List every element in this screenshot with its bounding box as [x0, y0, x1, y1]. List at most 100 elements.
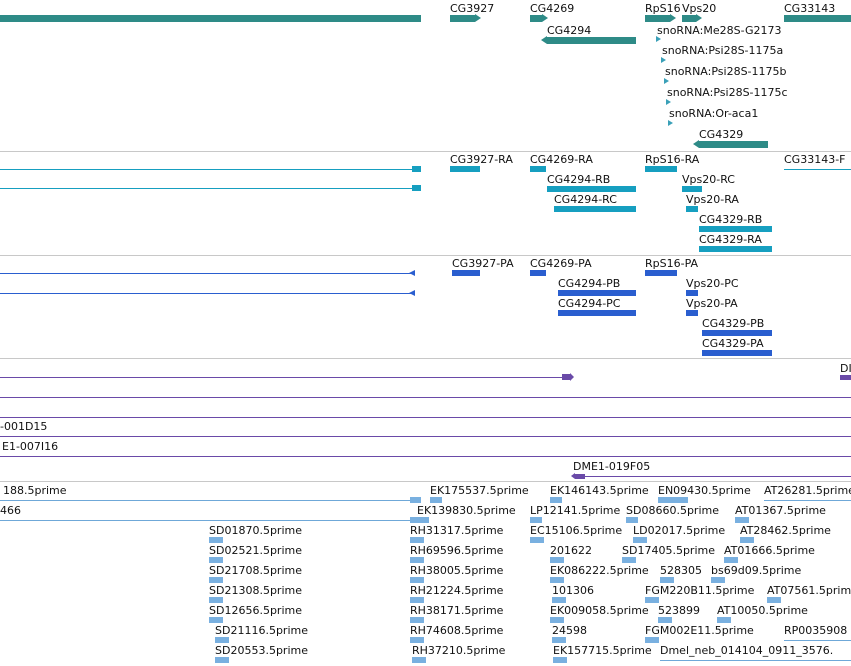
est-bar[interactable] [658, 497, 688, 503]
est-bar[interactable] [633, 537, 647, 543]
protein-line[interactable] [0, 273, 414, 274]
protein-line[interactable] [0, 293, 414, 294]
est-label[interactable]: FGM002E11.5prime [645, 624, 754, 637]
transcript-bar[interactable] [682, 186, 702, 192]
transcript-line[interactable] [784, 169, 851, 170]
gene-label[interactable]: snoRNA:Or-aca1 [669, 107, 758, 120]
est-bar[interactable] [550, 617, 564, 623]
gene-bar-cg3927[interactable] [450, 15, 475, 22]
est-bar[interactable] [660, 577, 674, 583]
protein-bar[interactable] [702, 350, 772, 356]
est-bar[interactable] [645, 597, 659, 603]
est-label[interactable]: EC15106.5prime [530, 524, 622, 537]
transcript-label[interactable]: CG3927-RA [450, 153, 513, 166]
transcript-bar[interactable] [645, 166, 677, 172]
protein-bar[interactable] [686, 310, 698, 316]
est-label[interactable]: RH37210.5prime [412, 644, 505, 657]
clone-label[interactable]: -001D15 [0, 420, 47, 433]
protein-label[interactable]: CG4329-PA [702, 337, 764, 350]
est-line[interactable] [0, 520, 420, 521]
clone-line[interactable] [0, 436, 851, 437]
est-label[interactable]: 523899 [658, 604, 700, 617]
est-bar[interactable] [410, 557, 424, 563]
clone-line[interactable] [0, 456, 851, 457]
transcript-label[interactable]: CG4294-RB [547, 173, 610, 186]
gene-label[interactable]: snoRNA:Psi28S-1175c [667, 86, 788, 99]
gene-label[interactable]: CG33143 [784, 2, 835, 15]
est-bar[interactable] [209, 557, 223, 563]
est-bar[interactable] [645, 637, 659, 643]
est-label[interactable]: RH38171.5prime [410, 604, 503, 617]
est-label[interactable]: 188.5prime [3, 484, 67, 497]
snorna-marker-icon[interactable] [664, 78, 669, 84]
clone-line[interactable] [0, 417, 851, 418]
protein-label[interactable]: CG4329-PB [702, 317, 764, 330]
protein-bar[interactable] [686, 290, 698, 296]
protein-label[interactable]: CG4294-PB [558, 277, 620, 290]
est-bar[interactable] [410, 537, 424, 543]
est-label[interactable]: bs69d09.5prime [711, 564, 801, 577]
protein-bar[interactable] [530, 270, 546, 276]
clone-label[interactable]: DI [840, 362, 851, 375]
clone-line[interactable] [585, 476, 851, 477]
est-line[interactable] [764, 500, 851, 501]
est-bar[interactable] [622, 557, 636, 563]
est-label[interactable]: FGM220B11.5prime [645, 584, 754, 597]
est-label[interactable]: 101306 [552, 584, 594, 597]
est-label[interactable]: AT07561.5prime [767, 584, 851, 597]
est-bar[interactable] [410, 637, 424, 643]
est-label[interactable]: EK139830.5prime [417, 504, 516, 517]
transcript-label[interactable]: CG33143-F [784, 153, 846, 166]
protein-bar[interactable] [558, 290, 636, 296]
est-bar[interactable] [410, 597, 424, 603]
est-line[interactable] [660, 660, 851, 661]
est-bar[interactable] [209, 577, 223, 583]
gene-label[interactable]: snoRNA:Psi28S-1175b [665, 65, 787, 78]
est-label[interactable]: LD02017.5prime [633, 524, 725, 537]
protein-label[interactable]: CG4269-PA [530, 257, 592, 270]
transcript-label[interactable]: Vps20-RA [686, 193, 739, 206]
protein-label[interactable]: Vps20-PC [686, 277, 739, 290]
transcript-line[interactable] [0, 169, 421, 170]
gene-bar-rps16[interactable] [645, 15, 670, 22]
clone-label[interactable]: DME1-019F05 [573, 460, 650, 473]
est-label[interactable]: EK086222.5prime [550, 564, 649, 577]
transcript-bar[interactable] [547, 186, 636, 192]
snorna-marker-icon[interactable] [656, 36, 661, 42]
est-bar[interactable] [626, 517, 638, 523]
est-bar[interactable] [717, 617, 731, 623]
est-bar[interactable] [410, 577, 424, 583]
est-label[interactable]: AT01367.5prime [735, 504, 826, 517]
est-bar[interactable] [530, 517, 542, 523]
transcript-label[interactable]: RpS16-RA [645, 153, 699, 166]
protein-bar[interactable] [702, 330, 772, 336]
est-bar[interactable] [209, 597, 223, 603]
clone-bar[interactable] [575, 474, 585, 479]
transcript-label[interactable]: CG4329-RB [699, 213, 762, 226]
est-bar[interactable] [215, 657, 229, 663]
transcript-label[interactable]: Vps20-RC [682, 173, 735, 186]
est-bar[interactable] [209, 537, 223, 543]
est-label[interactable]: 466 [0, 504, 21, 517]
est-bar[interactable] [530, 537, 544, 543]
snorna-marker-icon[interactable] [666, 99, 671, 105]
gene-bar-cg4294[interactable] [547, 37, 636, 44]
est-bar[interactable] [550, 497, 562, 503]
est-label[interactable]: AT10050.5prime [717, 604, 808, 617]
gene-bar-cg4269[interactable] [530, 15, 542, 22]
est-bar[interactable] [552, 637, 566, 643]
transcript-label[interactable]: CG4294-RC [554, 193, 617, 206]
est-label[interactable]: SD20553.5prime [215, 644, 308, 657]
est-bar[interactable] [410, 497, 421, 503]
est-label[interactable]: RH38005.5prime [410, 564, 503, 577]
est-bar[interactable] [550, 557, 564, 563]
est-label[interactable]: 528305 [660, 564, 702, 577]
est-bar[interactable] [735, 517, 749, 523]
est-label[interactable]: SD01870.5prime [209, 524, 302, 537]
est-label[interactable]: 24598 [552, 624, 587, 637]
gene-bar-cg4329[interactable] [699, 141, 768, 148]
transcript-bar[interactable] [699, 246, 772, 252]
transcript-bar[interactable] [686, 206, 698, 212]
protein-bar[interactable] [452, 270, 480, 276]
transcript-bar[interactable] [699, 226, 772, 232]
